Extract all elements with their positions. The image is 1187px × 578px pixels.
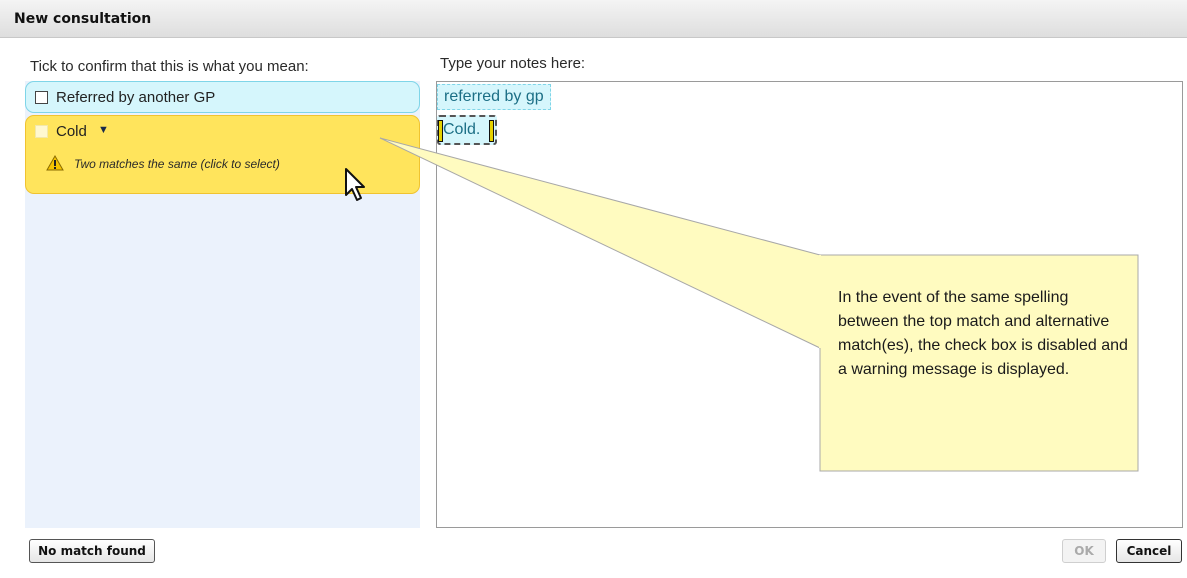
mouse-pointer-icon bbox=[345, 168, 365, 201]
notes-label: Type your notes here: bbox=[440, 55, 586, 72]
note-chip-cold[interactable]: Cold. bbox=[437, 115, 497, 145]
window-title: New consultation bbox=[14, 11, 152, 27]
match-item-label: Cold bbox=[56, 123, 87, 140]
dropdown-caret-icon[interactable]: ▼ bbox=[98, 124, 109, 136]
cancel-button[interactable]: Cancel bbox=[1116, 539, 1182, 563]
referred-checkbox[interactable] bbox=[35, 91, 48, 104]
note-chip-cold-text: Cold. bbox=[443, 121, 481, 138]
title-bar: New consultation bbox=[0, 0, 1187, 38]
confirm-label: Tick to confirm that this is what you me… bbox=[30, 58, 309, 75]
warning-icon bbox=[46, 155, 64, 171]
highlight-marker-left bbox=[438, 120, 443, 142]
highlight-marker-right bbox=[489, 120, 494, 142]
callout-text: In the event of the same spelling betwee… bbox=[838, 289, 1128, 378]
warning-message[interactable]: Two matches the same (click to select) bbox=[74, 157, 280, 171]
match-item-label: Referred by another GP bbox=[56, 89, 216, 106]
ok-button[interactable]: OK bbox=[1062, 539, 1106, 563]
note-chip-referred[interactable]: referred by gp bbox=[437, 84, 551, 110]
no-match-found-button[interactable]: No match found bbox=[29, 539, 155, 563]
cold-checkbox-disabled bbox=[35, 125, 48, 138]
match-item-referred[interactable]: Referred by another GP bbox=[25, 81, 420, 113]
